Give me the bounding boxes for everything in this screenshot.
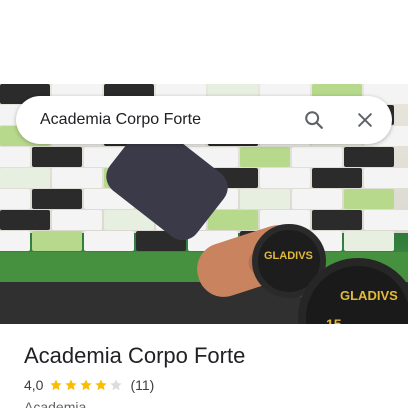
close-icon	[358, 113, 372, 127]
star-icon	[80, 379, 93, 391]
plate-brand-label: GLADIVS	[264, 250, 313, 262]
banner-tile	[0, 147, 30, 167]
rating-value: 4,0	[24, 377, 44, 393]
banner-tile	[344, 147, 394, 167]
banner-tile	[312, 210, 362, 230]
banner-tile	[364, 168, 408, 188]
star-icon	[50, 379, 63, 391]
banner-tile	[32, 231, 82, 251]
plate-brand-label-front: GLADIVS	[340, 288, 398, 303]
banner-tile	[344, 231, 394, 251]
banner-tile	[32, 147, 82, 167]
banner-tile	[364, 210, 408, 230]
banner-tile	[52, 168, 102, 188]
star-icon	[95, 379, 108, 391]
banner-tile	[0, 189, 30, 209]
banner-tile	[260, 168, 310, 188]
banner-tile	[52, 210, 102, 230]
banner-tile	[240, 189, 290, 209]
banner-tile	[292, 147, 342, 167]
banner-tile	[0, 168, 50, 188]
banner-tile	[32, 189, 82, 209]
star-icon	[65, 379, 78, 391]
place-category: Academia	[24, 399, 87, 408]
search-bar[interactable]: Academia Corpo Forte	[16, 96, 392, 144]
search-icon	[305, 111, 323, 129]
banner-tile	[312, 168, 362, 188]
banner-tile	[292, 189, 342, 209]
review-count[interactable]: (11)	[130, 377, 154, 393]
place-title: Academia Corpo Forte	[24, 343, 246, 368]
banner-tile	[0, 231, 30, 251]
search-button[interactable]	[298, 104, 330, 136]
top-spacer	[0, 0, 408, 84]
star-icon	[110, 379, 123, 391]
rating-row[interactable]: 4,0 (11)	[24, 376, 154, 394]
banner-tile	[240, 147, 290, 167]
plate-weight-label: 15	[326, 316, 342, 324]
clear-search-button[interactable]	[349, 104, 381, 136]
banner-tile	[208, 210, 258, 230]
banner-tile	[344, 189, 394, 209]
search-input[interactable]: Academia Corpo Forte	[40, 110, 201, 130]
banner-tile	[84, 231, 134, 251]
banner-tile	[0, 210, 50, 230]
star-rating	[49, 378, 124, 392]
